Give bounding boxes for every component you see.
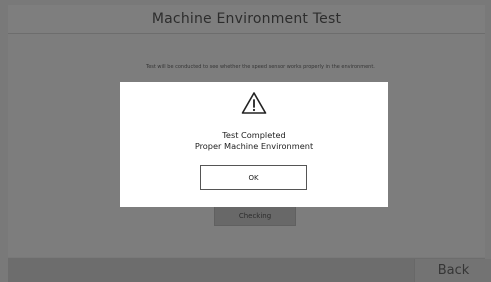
dialog-message-line1: Test Completed	[222, 130, 286, 140]
warning-triangle-icon	[241, 92, 267, 114]
dialog-message: Test Completed Proper Machine Environmen…	[120, 130, 388, 152]
machine-environment-test-screen: Machine Environment Test Test will be co…	[0, 0, 491, 282]
ok-button[interactable]: OK	[200, 165, 307, 190]
dialog-message-line2: Proper Machine Environment	[194, 141, 314, 151]
